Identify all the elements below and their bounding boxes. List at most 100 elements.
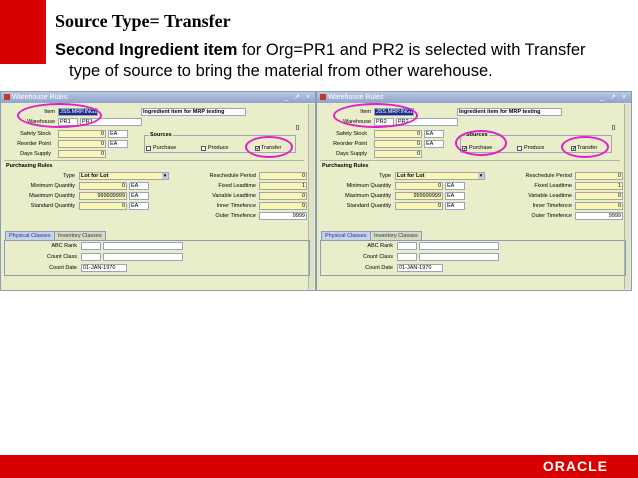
highlight-oval-transfer (245, 136, 293, 158)
outer-timefence-label: Outer Timefence (215, 213, 256, 219)
max-qty-label: Maximum Quantity (29, 193, 75, 199)
min-qty-uom-field[interactable]: EA (445, 182, 465, 190)
outer-timefence-field[interactable]: 9999 (575, 212, 623, 220)
section-divider (4, 160, 304, 161)
reschedule-period-label: Reschedule Period (209, 173, 256, 179)
count-class-label: Count Class (363, 254, 393, 260)
count-class-field[interactable] (397, 253, 417, 261)
abc-rank-desc-field[interactable] (103, 242, 183, 250)
chevron-down-icon[interactable]: ▾ (162, 173, 168, 179)
reschedule-period-field[interactable]: 0 (259, 172, 307, 180)
section-divider (320, 160, 620, 161)
inner-timefence-field[interactable]: 0 (259, 202, 307, 210)
tab-inventory-classes[interactable]: Inventory Classes (370, 231, 422, 240)
abc-rank-label: ABC Rank (51, 243, 77, 249)
produce-checkbox[interactable] (201, 146, 206, 151)
type-select[interactable]: Lot for Lot ▾ (79, 172, 169, 180)
record-bracket-icon[interactable]: [] (612, 125, 615, 132)
record-bracket-icon[interactable]: [] (296, 125, 299, 132)
slide-title: Source Type= Transfer (55, 11, 231, 31)
count-class-desc-field[interactable] (103, 253, 183, 261)
min-qty-uom-field[interactable]: EA (129, 182, 149, 190)
highlight-oval-item (333, 103, 418, 128)
reorder-point-uom-field[interactable]: EA (108, 140, 128, 148)
fixed-leadtime-field[interactable]: 1 (259, 182, 307, 190)
std-qty-field[interactable]: 0 (79, 202, 127, 210)
window-controls[interactable]: _ ↗ × (600, 92, 628, 103)
count-date-field[interactable]: 01-JAN-1970 (397, 264, 443, 272)
type-select-value: Lot for Lot (397, 173, 425, 179)
window-titlebar: Warehouse Rules _ ↗ × (1, 92, 315, 103)
outer-timefence-field[interactable]: 9999 (259, 212, 307, 220)
produce-checkbox[interactable] (517, 146, 522, 151)
std-qty-uom-field[interactable]: EA (445, 202, 465, 210)
safety-stock-field[interactable]: 0 (58, 130, 106, 138)
reorder-point-label: Reorder Point (17, 141, 51, 147)
count-class-desc-field[interactable] (419, 253, 499, 261)
max-qty-uom-field[interactable]: EA (445, 192, 465, 200)
red-corner-accent (0, 0, 46, 64)
reschedule-period-label: Reschedule Period (525, 173, 572, 179)
tab-physical-classes[interactable]: Physical Classes (321, 231, 371, 240)
reschedule-period-field[interactable]: 0 (575, 172, 623, 180)
max-qty-field[interactable]: 999999999 (395, 192, 443, 200)
footer-band: ORACLE (0, 455, 638, 478)
count-date-field[interactable]: 01-JAN-1970 (81, 264, 127, 272)
reorder-point-uom-field[interactable]: EA (424, 140, 444, 148)
type-select-value: Lot for Lot (81, 173, 109, 179)
std-qty-field[interactable]: 0 (395, 202, 443, 210)
variable-leadtime-label: Variable Leadtime (528, 193, 572, 199)
count-date-label: Count Date (365, 265, 393, 271)
purchase-checkbox-label: Purchase (153, 145, 177, 151)
highlight-oval-sources (455, 130, 507, 156)
tab-inventory-classes[interactable]: Inventory Classes (54, 231, 106, 240)
count-class-field[interactable] (81, 253, 101, 261)
reorder-point-label: Reorder Point (333, 141, 367, 147)
safety-stock-field[interactable]: 0 (374, 130, 422, 138)
outer-timefence-label: Outer Timefence (531, 213, 572, 219)
inner-timefence-label: Inner Timefence (216, 203, 256, 209)
desc-line2: type of source to bring the material fro… (69, 62, 493, 80)
purchasing-rules-heading: Purchasing Rules (322, 163, 369, 169)
fixed-leadtime-label: Fixed Leadtime (218, 183, 256, 189)
window-app-icon (4, 94, 10, 101)
safety-stock-uom-field[interactable]: EA (424, 130, 444, 138)
type-select[interactable]: Lot for Lot ▾ (395, 172, 485, 180)
fixed-leadtime-field[interactable]: 1 (575, 182, 623, 190)
purchasing-rules-heading: Purchasing Rules (6, 163, 53, 169)
desc-rest: for Org=PR1 and PR2 is selected with Tra… (237, 41, 586, 59)
abc-rank-field[interactable] (81, 242, 101, 250)
warehouse-rules-window-pr2: Warehouse Rules _ ↗ × Item JSS.MRP.ING2 … (316, 91, 632, 291)
window-controls[interactable]: _ ↗ × (284, 92, 312, 103)
safety-stock-uom-field[interactable]: EA (108, 130, 128, 138)
days-supply-label: Days Supply (20, 151, 51, 157)
abc-rank-field[interactable] (397, 242, 417, 250)
fixed-leadtime-label: Fixed Leadtime (534, 183, 572, 189)
std-qty-uom-field[interactable]: EA (129, 202, 149, 210)
min-qty-label: Minimum Quantity (30, 183, 75, 189)
max-qty-label: Maximum Quantity (345, 193, 391, 199)
abc-rank-desc-field[interactable] (419, 242, 499, 250)
item-description-field[interactable]: Ingredient item for MRP testing (141, 108, 246, 116)
variable-leadtime-field[interactable]: 0 (575, 192, 623, 200)
variable-leadtime-field[interactable]: 0 (259, 192, 307, 200)
days-supply-field[interactable]: 0 (58, 150, 106, 158)
inner-timefence-field[interactable]: 0 (575, 202, 623, 210)
min-qty-field[interactable]: 0 (395, 182, 443, 190)
min-qty-label: Minimum Quantity (346, 183, 391, 189)
count-date-label: Count Date (49, 265, 77, 271)
min-qty-field[interactable]: 0 (79, 182, 127, 190)
reorder-point-field[interactable]: 0 (374, 140, 422, 148)
item-description-field[interactable]: Ingredient item for MRP testing (457, 108, 562, 116)
chevron-down-icon[interactable]: ▾ (478, 173, 484, 179)
safety-stock-label: Safety Stock (20, 131, 51, 137)
type-label: Type (379, 173, 391, 179)
tab-physical-classes[interactable]: Physical Classes (5, 231, 55, 240)
reorder-point-field[interactable]: 0 (58, 140, 106, 148)
max-qty-uom-field[interactable]: EA (129, 192, 149, 200)
purchase-checkbox[interactable] (146, 146, 151, 151)
safety-stock-label: Safety Stock (336, 131, 367, 137)
window-title: Warehouse Rules (328, 94, 384, 101)
max-qty-field[interactable]: 999999999 (79, 192, 127, 200)
days-supply-field[interactable]: 0 (374, 150, 422, 158)
